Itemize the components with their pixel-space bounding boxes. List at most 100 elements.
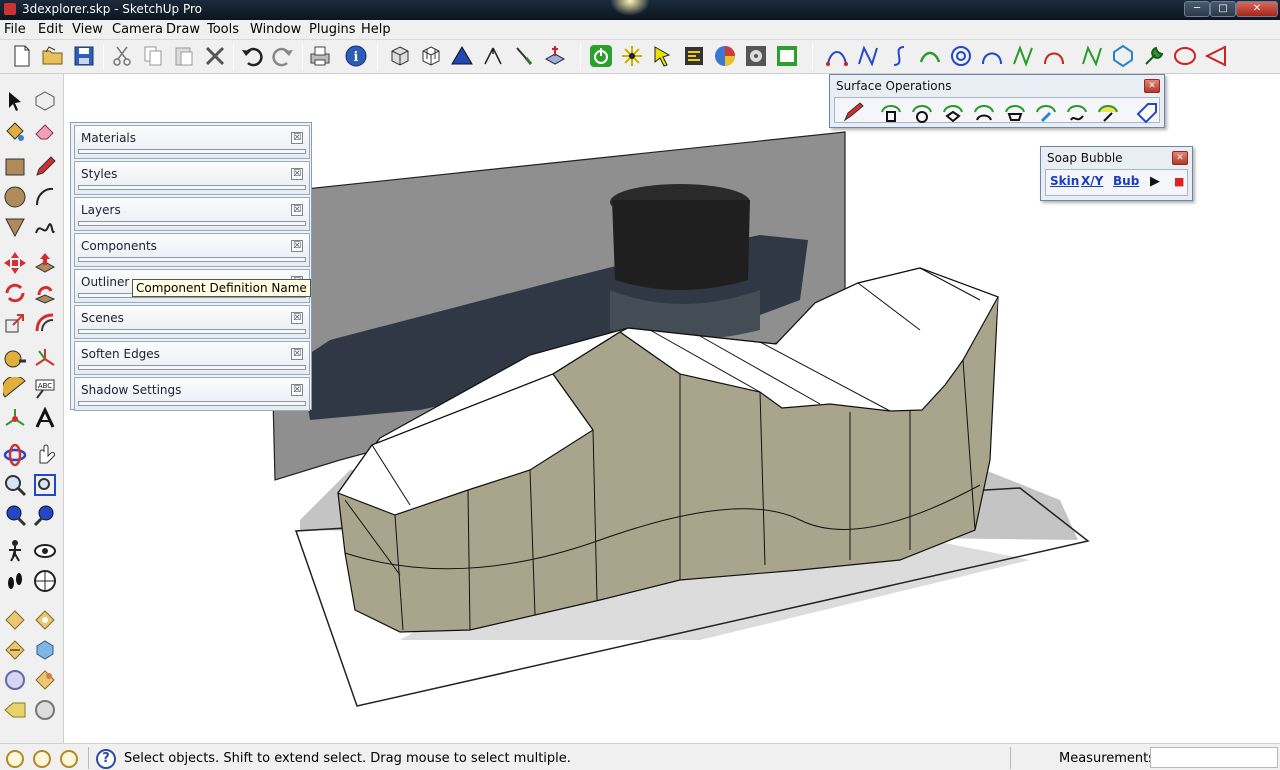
paste-icon[interactable]	[172, 44, 196, 68]
tray-close-icon[interactable]: ☒	[291, 312, 303, 324]
sandbox-3-icon[interactable]	[3, 638, 27, 662]
paint-bucket-icon[interactable]	[3, 119, 27, 143]
gear-icon[interactable]	[744, 44, 768, 68]
mesh-icon[interactable]	[543, 44, 567, 68]
fork-icon[interactable]	[481, 44, 505, 68]
open-file-icon[interactable]	[41, 44, 65, 68]
surface-arc-icon[interactable]	[972, 100, 996, 124]
curve-n2-icon[interactable]	[1080, 44, 1104, 68]
triangle-icon[interactable]	[450, 44, 474, 68]
surface-rectangle-icon[interactable]	[879, 100, 903, 124]
stop-icon[interactable]: ■	[1174, 175, 1184, 188]
menu-tools[interactable]: Tools	[207, 22, 239, 37]
protractor-icon[interactable]	[3, 377, 27, 401]
scale-icon[interactable]	[3, 311, 27, 335]
palette-close-button[interactable]: ✕	[1172, 151, 1188, 165]
teardrop-icon[interactable]	[1204, 44, 1228, 68]
measurements-input[interactable]	[1150, 747, 1278, 768]
move-icon[interactable]	[3, 251, 27, 275]
surface-pen-icon[interactable]	[841, 100, 865, 124]
menu-view[interactable]: View	[72, 22, 103, 37]
menu-edit[interactable]: Edit	[38, 22, 63, 37]
surface-tag-icon[interactable]	[1135, 100, 1159, 124]
surface-offset-icon[interactable]	[1003, 100, 1027, 124]
close-window-button[interactable]: ✕	[1236, 1, 1278, 17]
iso-view-icon[interactable]	[388, 44, 412, 68]
next-view-icon[interactable]	[33, 503, 57, 527]
arc-red-icon[interactable]	[1042, 44, 1066, 68]
cut-icon[interactable]	[110, 44, 134, 68]
user-icon[interactable]	[60, 750, 78, 768]
tray-close-icon[interactable]: ☒	[291, 132, 303, 144]
curve-n-icon[interactable]	[856, 44, 880, 68]
eraser-icon[interactable]	[33, 119, 57, 143]
tray-styles[interactable]: Styles ☒	[74, 161, 310, 195]
bezier-icon[interactable]	[825, 44, 849, 68]
sandbox-7-icon[interactable]	[3, 698, 27, 722]
new-file-icon[interactable]	[10, 44, 34, 68]
text-icon[interactable]: ABC	[33, 377, 57, 401]
maximize-button[interactable]: □	[1210, 1, 1236, 17]
footprints-icon[interactable]	[3, 569, 27, 593]
redo-icon[interactable]	[271, 44, 295, 68]
erase-icon[interactable]	[203, 44, 227, 68]
pan-icon[interactable]	[33, 443, 57, 467]
power-icon[interactable]	[589, 44, 613, 68]
surface-text-icon[interactable]	[1096, 100, 1120, 124]
previous-view-icon[interactable]	[3, 503, 27, 527]
copy-icon[interactable]	[141, 44, 165, 68]
zoom-icon[interactable]	[3, 473, 27, 497]
look-around-icon[interactable]	[33, 539, 57, 563]
tray-shadow-settings[interactable]: Shadow Settings ☒	[74, 377, 310, 411]
credits-icon[interactable]	[33, 750, 51, 768]
tray-close-icon[interactable]: ☒	[291, 240, 303, 252]
menu-window[interactable]: Window	[250, 22, 301, 37]
tray-close-icon[interactable]: ☒	[291, 348, 303, 360]
zigzag-icon[interactable]	[1011, 44, 1035, 68]
tray-soften-edges[interactable]: Soften Edges ☒	[74, 341, 310, 375]
curve-s-icon[interactable]	[887, 44, 911, 68]
select-arrow-icon[interactable]	[651, 44, 675, 68]
undo-icon[interactable]	[240, 44, 264, 68]
axes-icon[interactable]	[33, 347, 57, 371]
surface-circle-icon[interactable]	[910, 100, 934, 124]
screenshot-icon[interactable]	[775, 44, 799, 68]
sandbox-8-icon[interactable]	[33, 698, 57, 722]
save-icon[interactable]	[72, 44, 96, 68]
arch-icon[interactable]	[980, 44, 1004, 68]
rectangle-icon[interactable]	[3, 155, 27, 179]
make-component-icon[interactable]	[33, 89, 57, 113]
menu-draw[interactable]: Draw	[166, 22, 200, 37]
menu-file[interactable]: File	[4, 22, 26, 37]
tray-scenes[interactable]: Scenes ☒	[74, 305, 310, 339]
wrench-icon[interactable]	[1142, 44, 1166, 68]
arc-icon[interactable]	[918, 44, 942, 68]
print-icon[interactable]	[308, 44, 332, 68]
follow-me-icon[interactable]	[33, 281, 57, 305]
select-icon[interactable]	[3, 89, 27, 113]
model-info-icon[interactable]: i	[344, 44, 368, 68]
surface-polygon-icon[interactable]	[941, 100, 965, 124]
sandbox-2-icon[interactable]	[33, 608, 57, 632]
tray-components[interactable]: Components ☒	[74, 233, 310, 267]
pencil-icon[interactable]	[33, 155, 57, 179]
help-icon[interactable]: ?	[96, 749, 116, 769]
offset-icon[interactable]	[33, 311, 57, 335]
geo-location-icon[interactable]	[6, 750, 24, 768]
xy-button[interactable]: X/Y	[1081, 174, 1103, 188]
bub-button[interactable]: Bub	[1113, 174, 1139, 188]
minimize-button[interactable]: ─	[1184, 1, 1210, 17]
tray-close-icon[interactable]: ☒	[291, 204, 303, 216]
arc-icon[interactable]	[33, 185, 57, 209]
sandbox-5-icon[interactable]	[3, 668, 27, 692]
push-pull-icon[interactable]	[33, 251, 57, 275]
polygon-icon[interactable]	[1111, 44, 1135, 68]
palette-close-button[interactable]: ✕	[1144, 79, 1160, 93]
walk-icon[interactable]	[3, 539, 27, 563]
ellipse-icon[interactable]	[1173, 44, 1197, 68]
circle-icon[interactable]	[3, 185, 27, 209]
tray-close-icon[interactable]: ☒	[291, 168, 303, 180]
sandbox-1-icon[interactable]	[3, 608, 27, 632]
edit-icon[interactable]	[682, 44, 706, 68]
polygon-icon[interactable]	[3, 215, 27, 239]
